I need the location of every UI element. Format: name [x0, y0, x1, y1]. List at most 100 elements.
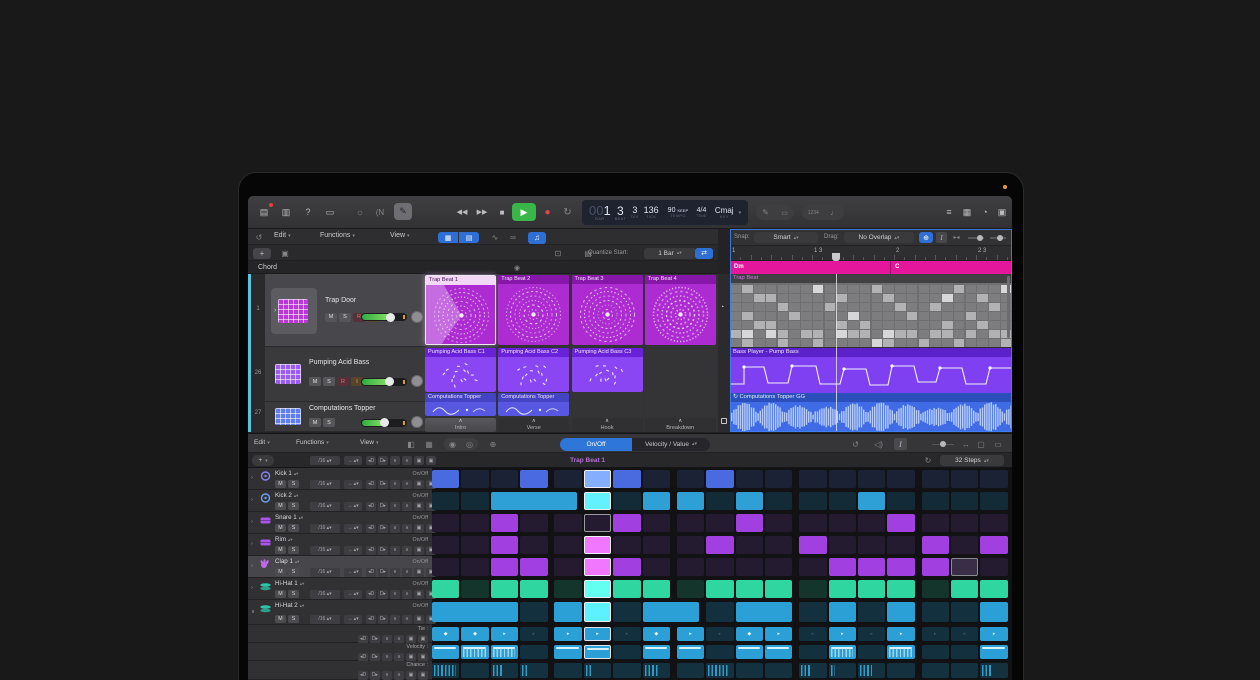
rewind-button[interactable]: ◀◀: [454, 206, 470, 218]
step-cell[interactable]: [554, 558, 581, 576]
drum-grid-cell[interactable]: [989, 294, 1000, 302]
drum-grid-cell[interactable]: [919, 303, 930, 311]
step-cell[interactable]: [829, 558, 856, 576]
drum-grid-cell[interactable]: [778, 303, 789, 311]
drum-grid-cell[interactable]: [883, 321, 894, 329]
play-button[interactable]: ▶: [512, 203, 536, 221]
decrement-icon[interactable]: ∨: [390, 456, 400, 465]
step-cell[interactable]: [951, 514, 978, 532]
nudge-left-icon[interactable]: ◂D: [366, 615, 376, 624]
note-cell[interactable]: [829, 602, 856, 622]
drum-grid-cell[interactable]: [754, 312, 765, 320]
drum-grid-cell[interactable]: [989, 321, 1000, 329]
grid-view-toggle[interactable]: ▦: [438, 232, 458, 243]
mute-button[interactable]: M: [325, 313, 337, 322]
scene-stop-icon[interactable]: [721, 418, 727, 424]
step-cell[interactable]: [461, 514, 488, 532]
bar-ruler[interactable]: 11 322 3: [730, 246, 1012, 261]
drum-grid-cell[interactable]: [883, 294, 894, 302]
drum-grid-cell[interactable]: [930, 285, 941, 293]
drum-grid-cell[interactable]: [731, 339, 742, 347]
step-cell[interactable]: [677, 536, 704, 554]
solo-button[interactable]: S: [323, 377, 335, 386]
disclosure-icon[interactable]: ›: [251, 475, 253, 481]
drum-grid-cell[interactable]: [813, 321, 824, 329]
step-cell[interactable]: [922, 514, 949, 532]
drum-grid-cell[interactable]: [883, 303, 894, 311]
pencil-tool-icon[interactable]: ✎: [394, 203, 412, 220]
drum-grid-cell[interactable]: [919, 312, 930, 320]
ss-text-tool-icon[interactable]: I: [894, 438, 907, 450]
drum-grid-cell[interactable]: [989, 330, 1000, 338]
step-cell[interactable]: [980, 470, 1007, 488]
empty-cell-slot[interactable]: [645, 393, 716, 416]
velocity-cell[interactable]: [980, 645, 1007, 659]
drum-grid-cell[interactable]: [778, 285, 789, 293]
drum-grid-cell[interactable]: [895, 330, 906, 338]
drum-grid-cell[interactable]: [966, 330, 977, 338]
drum-grid-cell[interactable]: [789, 303, 800, 311]
drum-grid-cell[interactable]: [883, 312, 894, 320]
drum-grid-cell[interactable]: [801, 294, 812, 302]
drum-grid-cell[interactable]: [766, 321, 777, 329]
step-cell[interactable]: [736, 558, 763, 576]
pan-knob[interactable]: [411, 375, 423, 387]
increment-icon[interactable]: ∧: [402, 502, 412, 511]
drum-grid-cell[interactable]: [754, 303, 765, 311]
step-cell[interactable]: [951, 492, 978, 510]
step-cell[interactable]: [736, 514, 763, 532]
note-cell[interactable]: [520, 602, 547, 622]
drum-grid-cell[interactable]: [954, 285, 965, 293]
increment-icon[interactable]: ∧: [402, 615, 412, 624]
track-header[interactable]: Pumping Acid BassMSRI: [265, 347, 425, 402]
drum-grid-cell[interactable]: [836, 303, 847, 311]
step-cell[interactable]: [461, 492, 488, 510]
midi-region[interactable]: Trap Beat: [730, 274, 1012, 347]
velocity-cell[interactable]: [432, 645, 459, 659]
increment-icon[interactable]: ∧: [402, 568, 412, 577]
row-header[interactable]: ›Clap 1▴▾On/OffMS/16 ▴▾→ ▴▾◂DD▸∨∧▣▣: [248, 556, 432, 578]
metronome-icon[interactable]: ♩: [830, 208, 838, 217]
row-solo-button[interactable]: S: [288, 502, 299, 510]
add-row-button[interactable]: +▾: [252, 455, 274, 466]
pattern-browser-icon[interactable]: ◧: [404, 438, 418, 450]
note-cell[interactable]: [643, 602, 700, 622]
drum-grid-cell[interactable]: [872, 339, 883, 347]
row-stepper-icon[interactable]: ▴▾: [300, 603, 305, 609]
velocity-cell[interactable]: [491, 645, 518, 659]
nudge-right-icon[interactable]: D▸: [378, 615, 388, 624]
loop-cell-header[interactable]: Pumping Acid Bass C2: [498, 348, 569, 357]
drum-grid-cell[interactable]: [789, 330, 800, 338]
drum-grid-cell[interactable]: [930, 303, 941, 311]
step-cell[interactable]: [980, 492, 1007, 510]
step-cell[interactable]: [520, 514, 547, 532]
rotate-stepper[interactable]: → ▴▾: [344, 456, 362, 465]
drum-grid-cell[interactable]: [778, 339, 789, 347]
step-cell[interactable]: [799, 558, 826, 576]
loop-cell[interactable]: Pumping Acid Bass C2: [498, 348, 569, 392]
step-cell[interactable]: [980, 558, 1007, 576]
pattern-loop-icon[interactable]: ↻: [922, 455, 934, 466]
drag-select[interactable]: No Overlap▴▾: [844, 232, 914, 243]
chance-cell[interactable]: [736, 663, 763, 678]
back-icon[interactable]: ↺: [253, 232, 265, 242]
drum-grid-cell[interactable]: [966, 303, 977, 311]
step-cell[interactable]: [922, 536, 949, 554]
ss-menu-view[interactable]: View▾: [360, 439, 379, 446]
tracks-view-toggle[interactable]: ▤: [459, 232, 479, 243]
row-header[interactable]: ›Kick 1▴▾On/OffMS/16 ▴▾→ ▴▾◂DD▸∨∧▣▣: [248, 468, 432, 490]
velocity-cell[interactable]: [584, 645, 611, 659]
record-quantize-icon[interactable]: ⊕: [486, 438, 500, 450]
step-cell[interactable]: [520, 536, 547, 554]
sync-play-button[interactable]: ⇄: [695, 248, 713, 259]
tie-cell[interactable]: ▸: [677, 627, 704, 641]
cell-edit-icon[interactable]: ⊡: [551, 248, 565, 259]
chance-cell[interactable]: [491, 663, 518, 678]
decrement-icon[interactable]: ∨: [390, 546, 400, 555]
step-cell[interactable]: [584, 580, 611, 598]
drum-grid-cell[interactable]: [860, 294, 871, 302]
decrement-icon[interactable]: ∨: [390, 502, 400, 511]
drum-grid-cell[interactable]: [836, 321, 847, 329]
drum-grid-cell[interactable]: [942, 321, 953, 329]
velocity-cell[interactable]: [613, 645, 640, 659]
